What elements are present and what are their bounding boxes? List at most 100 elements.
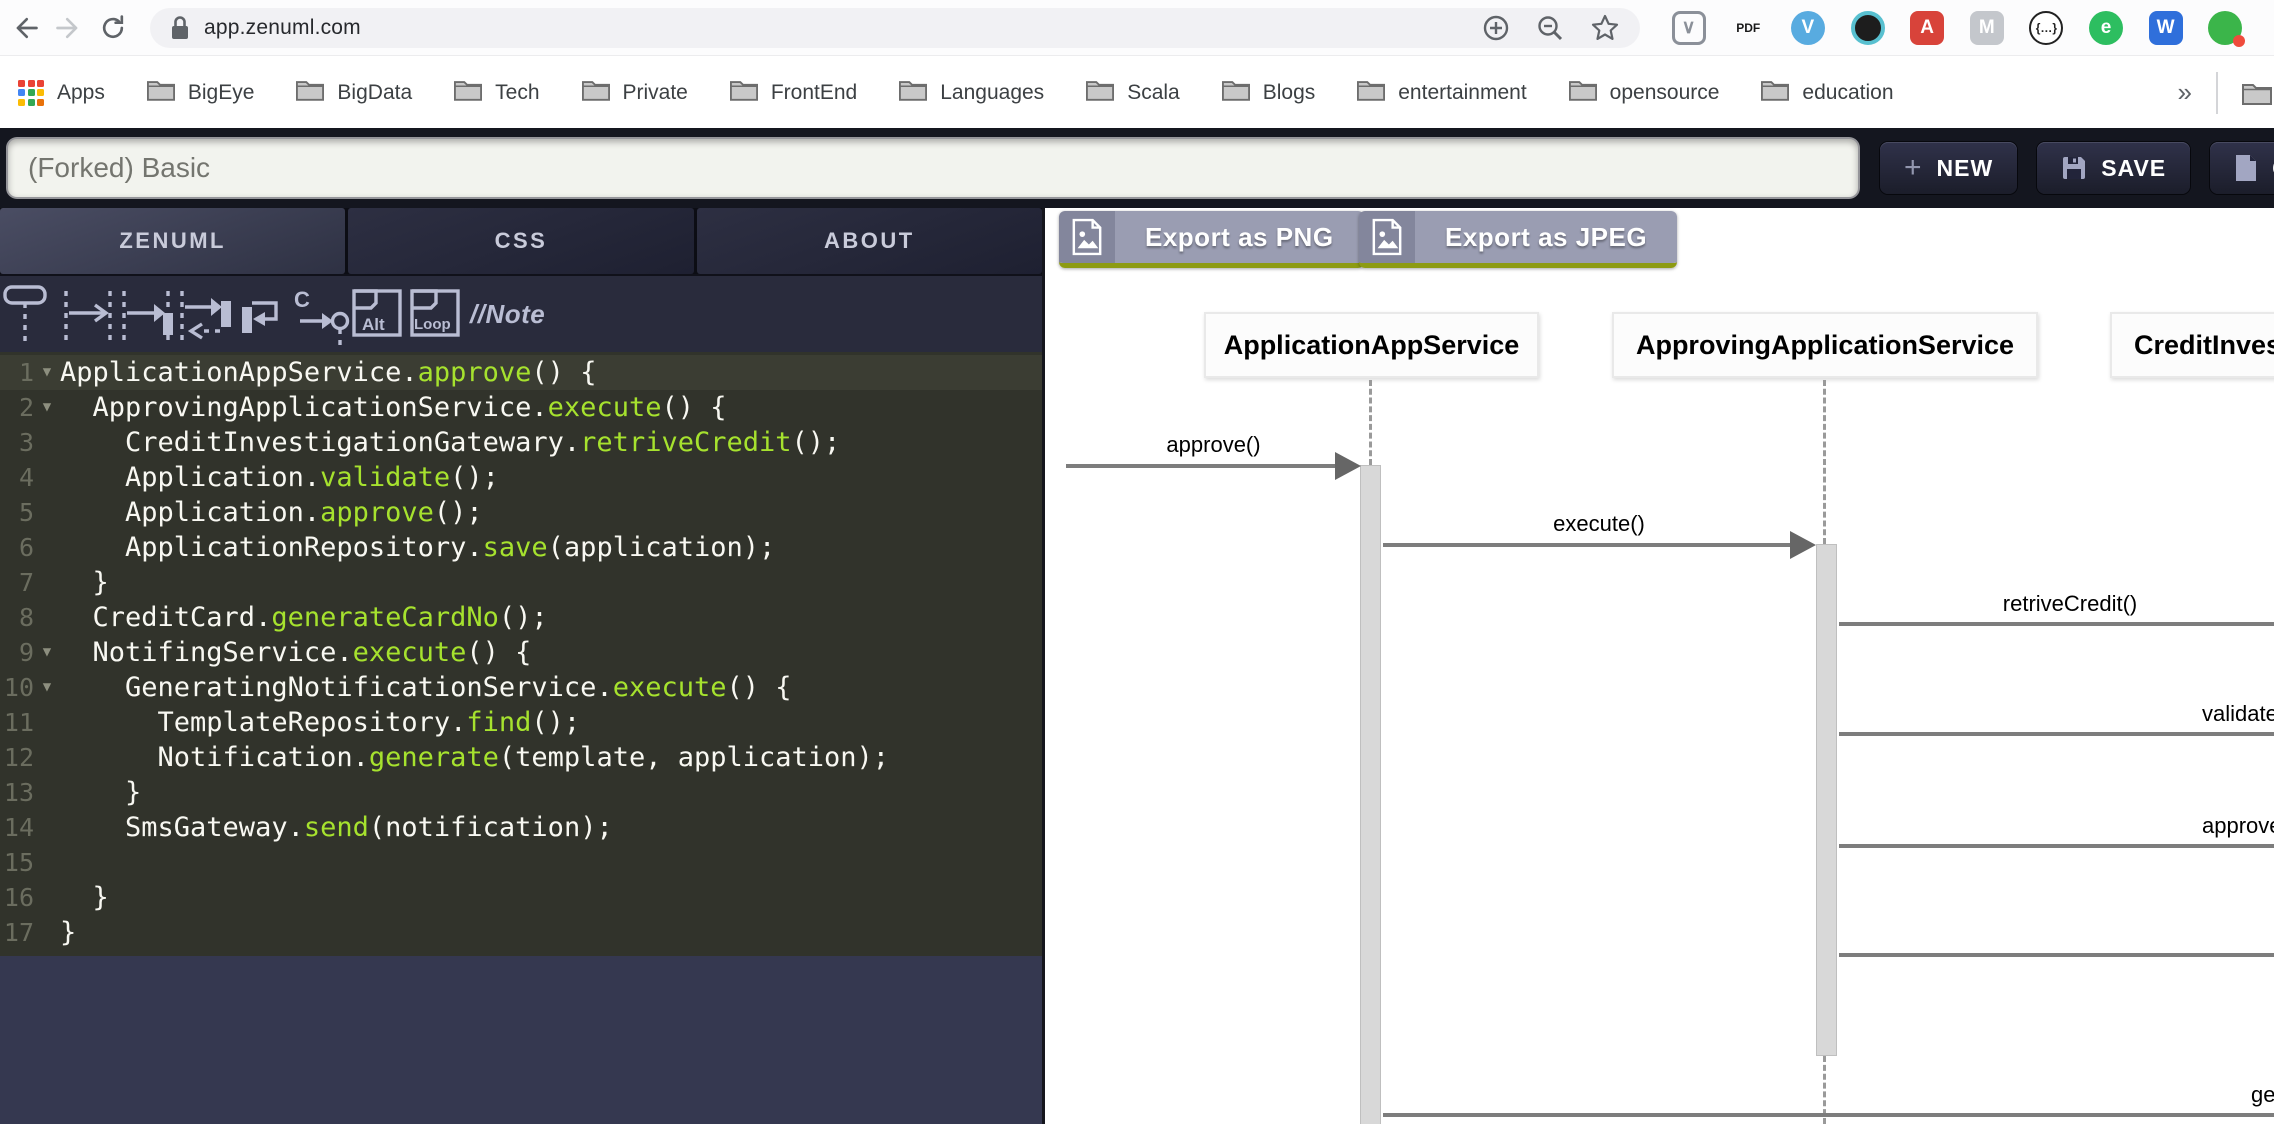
bookmark-item-languages[interactable]: Languages	[899, 78, 1044, 107]
code-text: ApplicationAppService.approve() {	[60, 355, 596, 390]
image-file-icon	[1371, 218, 1403, 256]
reload-button[interactable]	[98, 11, 128, 45]
folder-icon	[147, 78, 175, 101]
green-badge-extension-icon[interactable]	[2208, 11, 2242, 45]
dictionary-book-extension-icon[interactable]: A	[1910, 11, 1944, 45]
code-text: Notification.generate(template, applicat…	[60, 740, 889, 775]
zoom-out-icon[interactable]	[1536, 14, 1564, 42]
alt-fragment-icon[interactable]: Alt	[350, 281, 408, 347]
line-number: 1	[0, 355, 34, 390]
participant-box: CreditInvestigationGatewary	[2110, 312, 2274, 378]
bookmark-label: Scala	[1127, 81, 1180, 105]
tab-about[interactable]: ABOUT	[697, 208, 1042, 274]
message-arrowhead	[1335, 452, 1361, 480]
evernote-extension-icon[interactable]: e	[2089, 11, 2123, 45]
browser-toolbar: app.zenuml.com ∨ PDF V AM {…} eW	[0, 0, 2274, 56]
bookmark-item-blogs[interactable]: Blogs	[1222, 78, 1316, 107]
code-line: 4 Application.validate();	[0, 460, 1042, 495]
bookmark-item-entertainment[interactable]: entertainment	[1357, 78, 1526, 107]
open-button[interactable]: OPEN	[2210, 142, 2274, 194]
fold-marker-icon[interactable]: ▼	[34, 670, 60, 705]
tab-zenuml[interactable]: ZENUML	[0, 208, 345, 274]
bookmark-item-education[interactable]: education	[1761, 78, 1893, 107]
folder-icon	[1222, 78, 1250, 101]
line-number: 17	[0, 915, 34, 950]
zoom-in-icon[interactable]	[1482, 14, 1510, 42]
svg-text:Alt: Alt	[362, 315, 385, 334]
code-line: 13 }	[0, 775, 1042, 810]
camera-lens-extension-icon[interactable]	[1851, 11, 1885, 45]
diagram-preview-panel: Export as PNG Export as JPEG Application…	[1042, 208, 2274, 1124]
bookmarks-overflow-chevron[interactable]: »	[2178, 77, 2192, 108]
tab-css[interactable]: CSS	[348, 208, 693, 274]
vimium-extension-icon[interactable]: V	[1791, 11, 1825, 45]
create-participant-icon[interactable]: C	[292, 281, 350, 347]
bookmark-item-bigeye[interactable]: BigEye	[147, 78, 255, 107]
folder-icon	[1569, 78, 1597, 101]
pocket-extension-icon[interactable]: ∨	[1672, 11, 1706, 45]
bookmark-item-frontend[interactable]: FrontEnd	[730, 78, 857, 107]
diagram-title-input[interactable]: (Forked) Basic	[8, 139, 1858, 197]
editor-panel: ZENUMLCSSABOUT CAltLoop//Note 1▼Applicat…	[0, 208, 1042, 1124]
fold-marker-icon[interactable]: ▼	[34, 390, 60, 425]
code-text: }	[60, 775, 141, 810]
document-icon	[2234, 154, 2258, 182]
pdf-extension-icon[interactable]: PDF	[1731, 11, 1765, 45]
url-text: app.zenuml.com	[204, 16, 361, 40]
word-extension-icon[interactable]: W	[2149, 11, 2183, 45]
code-line: 16 }	[0, 880, 1042, 915]
code-editor[interactable]: 1▼ApplicationAppService.approve() {2▼ Ap…	[0, 352, 1042, 956]
message-label: approve()	[2202, 813, 2274, 839]
braces-extension-icon[interactable]: {…}	[2029, 11, 2063, 45]
message-arrowhead	[1790, 531, 1816, 559]
export-png-button[interactable]: Export as PNG	[1059, 211, 1364, 268]
line-number: 6	[0, 530, 34, 565]
code-text: NotifingService.execute() {	[60, 635, 531, 670]
svg-text:Loop: Loop	[414, 316, 451, 333]
message-line	[1839, 622, 2274, 626]
loop-fragment-icon[interactable]: Loop	[408, 281, 466, 347]
code-line: 3 CreditInvestigationGatewary.retriveCre…	[0, 425, 1042, 460]
code-line: 15	[0, 845, 1042, 880]
forward-button[interactable]	[54, 11, 84, 45]
folder-icon	[730, 78, 758, 101]
line-number: 15	[0, 845, 34, 880]
export-jpeg-button[interactable]: Export as JPEG	[1359, 211, 1677, 268]
url-bar[interactable]: app.zenuml.com	[150, 8, 1640, 48]
bookmark-item-scala[interactable]: Scala	[1086, 78, 1180, 107]
message-line	[1839, 953, 2274, 957]
back-icon	[10, 11, 40, 45]
fold-marker-icon[interactable]: ▼	[34, 635, 60, 670]
shield-m-extension-icon[interactable]: M	[1970, 11, 2004, 45]
folder-icon	[296, 78, 324, 101]
return-message-icon[interactable]	[176, 281, 234, 347]
line-number: 11	[0, 705, 34, 740]
new-button[interactable]: + NEW	[1880, 142, 2017, 194]
code-text: Application.validate();	[60, 460, 499, 495]
folder-icon	[1086, 78, 1114, 101]
partial-folder-icon[interactable]	[2242, 81, 2272, 105]
bookmark-item-private[interactable]: Private	[582, 78, 688, 107]
code-line: 7 }	[0, 565, 1042, 600]
fold-marker-icon[interactable]: ▼	[34, 355, 60, 390]
code-text: CreditInvestigationGatewary.retriveCredi…	[60, 425, 840, 460]
bookmark-label: Private	[623, 81, 688, 105]
editor-tabs: ZENUMLCSSABOUT	[0, 208, 1042, 274]
participant-icon[interactable]	[2, 281, 60, 347]
bookmark-item-opensource[interactable]: opensource	[1569, 78, 1720, 107]
back-button[interactable]	[10, 11, 40, 45]
note-tool[interactable]: //Note	[470, 299, 545, 330]
save-button[interactable]: SAVE	[2037, 142, 2190, 194]
self-message-icon[interactable]	[234, 281, 292, 347]
sync-message-icon[interactable]	[118, 281, 176, 347]
folder-icon	[582, 78, 610, 101]
async-message-icon[interactable]	[60, 281, 118, 347]
bookmark-item-tech[interactable]: Tech	[454, 78, 539, 107]
bookmark-star-icon[interactable]	[1590, 13, 1620, 43]
message-line	[1839, 844, 2274, 848]
bookmark-item-apps[interactable]: Apps	[18, 80, 105, 106]
line-number: 14	[0, 810, 34, 845]
line-number: 12	[0, 740, 34, 775]
floppy-disk-icon	[2061, 155, 2087, 181]
bookmark-item-bigdata[interactable]: BigData	[296, 78, 412, 107]
